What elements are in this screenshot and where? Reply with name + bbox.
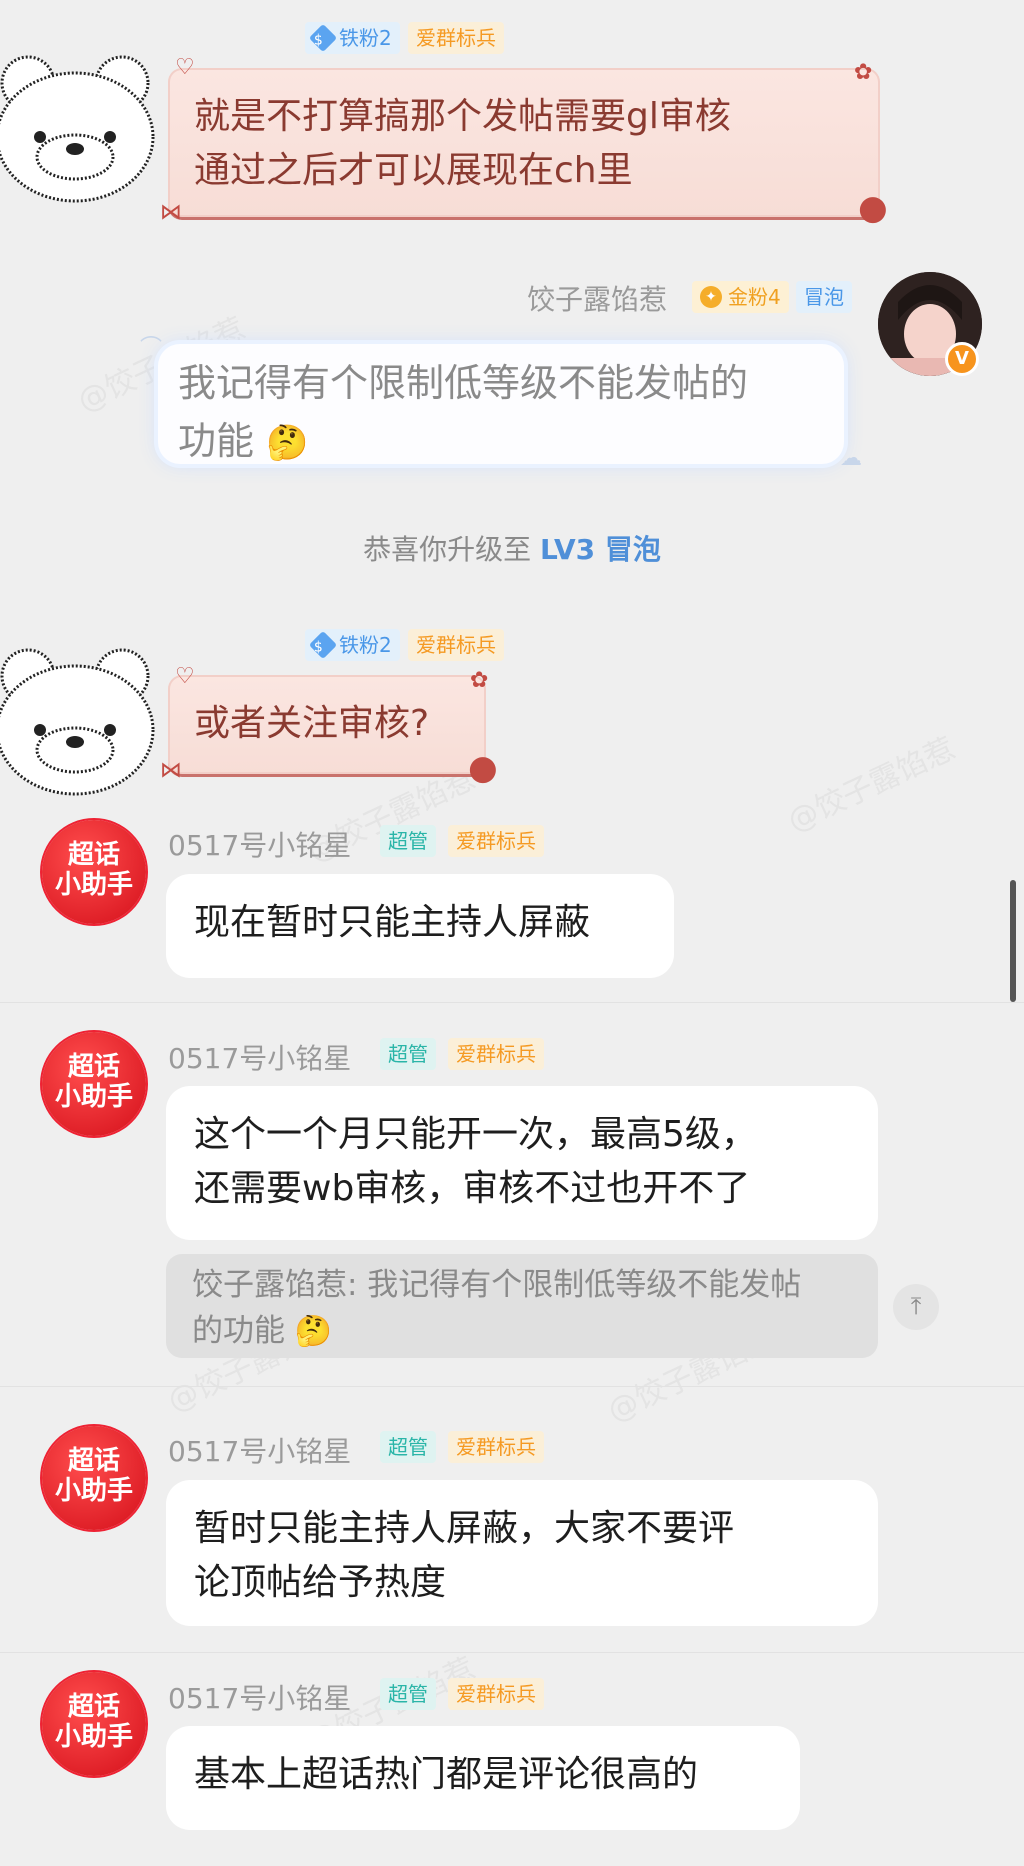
verified-badge: V: [945, 342, 979, 376]
gold-fan-badge: ✦ 金粉4: [692, 281, 789, 313]
helper-avatar[interactable]: 超话 小助手: [42, 820, 146, 924]
love-group-badge: 爱群标兵: [408, 629, 504, 661]
scrollbar[interactable]: [1010, 880, 1016, 1002]
sender-name[interactable]: 0517号小铭星: [168, 1430, 351, 1470]
sender-name[interactable]: 0517号小铭星: [168, 1677, 351, 1717]
message-text-line: 通过之后才可以展现在ch里: [194, 150, 633, 191]
thinking-emoji-icon: 🤔: [294, 1314, 333, 1349]
message-bubble[interactable]: 我记得有个限制低等级不能发帖的 功能 🤔: [158, 344, 844, 464]
helper-avatar[interactable]: 超话 小助手: [42, 1032, 146, 1136]
message-text-line: 这个一个月只能开一次，最高5级，: [194, 1114, 757, 1155]
message-text-line: 我记得有个限制低等级不能发帖的: [178, 361, 749, 405]
message-text: 现在暂时只能主持人屏蔽: [194, 902, 591, 943]
level-label: LV3 冒泡: [540, 533, 661, 566]
quote-text-line: 饺子露馅惹: 我记得有个限制低等级不能发帖: [192, 1267, 802, 1303]
iron-fan-badge: 铁粉2: [305, 629, 400, 661]
bear-avatar[interactable]: [0, 638, 160, 798]
message-bubble[interactable]: 这个一个月只能开一次，最高5级， 还需要wb审核，审核不过也开不了: [166, 1086, 878, 1240]
sender-name[interactable]: 0517号小铭星: [168, 824, 351, 864]
divider: [0, 1652, 1024, 1653]
helper-avatar[interactable]: 超话 小助手: [42, 1672, 146, 1776]
bow-decoration-icon: ⋈: [160, 758, 182, 783]
helper-avatar[interactable]: 超话 小助手: [42, 1426, 146, 1530]
message-text: 基本上超话热门都是评论很高的: [194, 1754, 699, 1795]
message-text-line: 就是不打算搞那个发帖需要gl审核: [194, 96, 731, 137]
love-group-badge: 爱群标兵: [448, 1038, 544, 1070]
iron-fan-icon: [308, 630, 338, 660]
apple-decoration-icon: ●: [858, 188, 888, 228]
love-group-badge: 爱群标兵: [448, 1431, 544, 1463]
heart-decoration-icon: ♡: [175, 55, 195, 80]
heart-decoration-icon: ♡: [175, 664, 195, 689]
thinking-emoji-icon: 🤔: [266, 423, 309, 463]
divider: [0, 1386, 1024, 1387]
message-bubble[interactable]: 基本上超话热门都是评论很高的: [166, 1726, 800, 1830]
message-bubble[interactable]: 暂时只能主持人屏蔽，大家不要评 论顶帖给予热度: [166, 1480, 878, 1626]
message-text-line: 论顶帖给予热度: [194, 1562, 447, 1603]
message-bubble[interactable]: 现在暂时只能主持人屏蔽: [166, 874, 674, 978]
butterfly-decoration-icon: ✿: [854, 60, 873, 85]
ribbon-decoration-icon: ⌒: [140, 336, 163, 361]
cloud-decoration-icon: ☁: [840, 446, 862, 471]
quoted-reply[interactable]: 饺子露馅惹: 我记得有个限制低等级不能发帖 的功能 🤔: [166, 1254, 878, 1358]
admin-badge: 超管: [380, 1431, 436, 1463]
message-text-line: 功能: [178, 419, 255, 463]
bow-decoration-icon: ⋈: [160, 200, 182, 225]
divider: [0, 1002, 1024, 1003]
admin-badge: 超管: [380, 825, 436, 857]
message-text-line: 暂时只能主持人屏蔽，大家不要评: [194, 1508, 735, 1549]
admin-badge: 超管: [380, 1678, 436, 1710]
butterfly-decoration-icon: ✿: [470, 668, 489, 693]
love-group-badge: 爱群标兵: [448, 825, 544, 857]
admin-badge: 超管: [380, 1038, 436, 1070]
message-text: 或者关注审核?: [194, 703, 430, 744]
apple-decoration-icon: ●: [468, 748, 498, 788]
bear-avatar[interactable]: [0, 45, 160, 205]
sender-name[interactable]: 饺子露馅惹: [527, 278, 667, 318]
sender-name[interactable]: 0517号小铭星: [168, 1037, 351, 1077]
level-up-notice: 恭喜你升级至 LV3 冒泡: [363, 533, 661, 566]
gold-fan-icon: ✦: [700, 286, 722, 308]
iron-fan-icon: [308, 23, 338, 53]
love-group-badge: 爱群标兵: [408, 22, 504, 54]
iron-fan-badge: 铁粉2: [305, 22, 400, 54]
love-group-badge: 爱群标兵: [448, 1678, 544, 1710]
message-text-line: 还需要wb审核，审核不过也开不了: [194, 1168, 751, 1209]
message-bubble[interactable]: 就是不打算搞那个发帖需要gl审核 通过之后才可以展现在ch里: [168, 68, 880, 220]
arrow-up-to-top-icon[interactable]: ⤒: [893, 1284, 939, 1330]
bubble-level-badge: 冒泡: [796, 281, 852, 313]
message-bubble[interactable]: 或者关注审核?: [168, 675, 486, 777]
quote-text-line: 的功能: [192, 1313, 285, 1349]
